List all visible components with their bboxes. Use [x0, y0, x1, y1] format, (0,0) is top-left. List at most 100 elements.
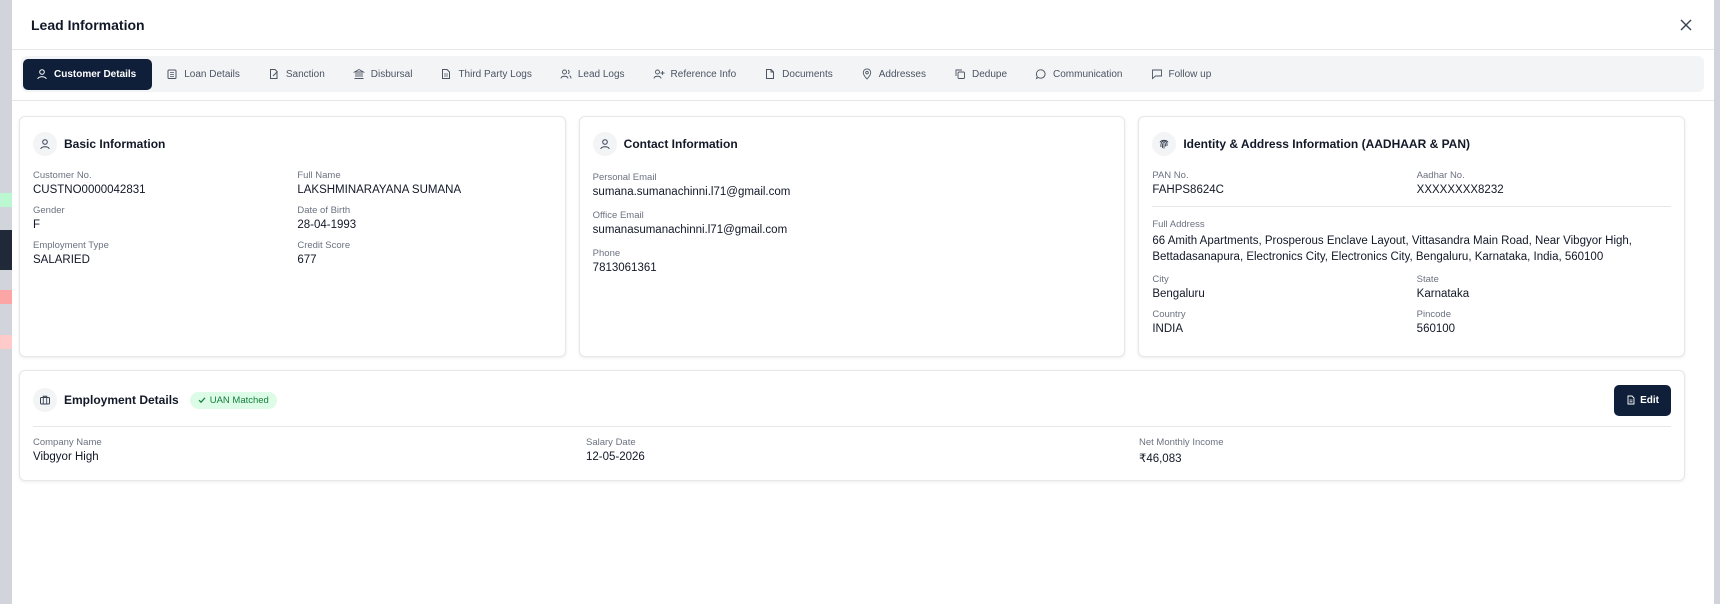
tab-label: Addresses: [878, 68, 926, 80]
user-icon: [36, 68, 48, 80]
card-header: Identity & Address Information (AADHAAR …: [1152, 131, 1671, 157]
dob-value: 28-04-1993: [297, 219, 357, 231]
user-icon: [592, 132, 617, 156]
field-label: Net Monthly Income: [1139, 437, 1224, 448]
salary-date-value: 12-05-2026: [586, 451, 645, 463]
tab-label: Documents: [782, 68, 833, 80]
pincode-field: Pincode 560100: [1417, 309, 1671, 335]
edit-button[interactable]: Edit: [1614, 384, 1671, 416]
tab-loan-details[interactable]: Loan Details: [152, 59, 254, 90]
bank-icon: [166, 68, 178, 80]
tab-label: Third Party Logs: [458, 68, 532, 80]
message-circle-icon: [1035, 68, 1047, 80]
info-cards-row: Basic Information Customer No. CUSTNO0000…: [19, 116, 1686, 357]
check-icon: [198, 397, 206, 404]
field-label: PAN No.: [1152, 170, 1189, 181]
tab-disbursal[interactable]: Disbursal: [339, 59, 427, 90]
dob-field: Date of Birth 28-04-1993: [297, 205, 551, 231]
tab-label: Lead Logs: [577, 68, 625, 80]
field-label: Salary Date: [586, 437, 636, 448]
employment-type-value: SALARIED: [33, 254, 90, 266]
city-value: Bengaluru: [1152, 288, 1205, 300]
card-header: Contact Information: [592, 131, 1112, 157]
aadhar-field: Aadhar No. XXXXXXXX8232: [1417, 170, 1671, 196]
field-label: Employment Type: [33, 240, 109, 251]
message-square-icon: [1151, 68, 1163, 80]
edit-label: Edit: [1640, 394, 1659, 406]
tab-label: Loan Details: [184, 68, 240, 80]
tab-communication[interactable]: Communication: [1021, 59, 1136, 90]
credit-score-value: 677: [297, 254, 317, 266]
salary-date-field: Salary Date 12-05-2026: [586, 437, 1139, 465]
card-title: Employment Details: [64, 393, 179, 407]
modal-title: Lead Information: [31, 16, 145, 33]
file-edit-icon: [1627, 395, 1635, 405]
field-label: State: [1416, 274, 1439, 285]
close-icon: [1680, 19, 1692, 30]
tab-lead-logs[interactable]: Lead Logs: [546, 59, 639, 90]
phone-field: Phone 7813061361: [593, 248, 1112, 274]
identity-address-card: Identity & Address Information (AADHAAR …: [1138, 116, 1686, 357]
field-label: Full Name: [297, 170, 341, 181]
tab-reference-info[interactable]: Reference Info: [639, 59, 751, 90]
fingerprint-icon: [1152, 132, 1177, 156]
copy-icon: [954, 68, 966, 80]
pan-value: FAHPS8624C: [1152, 184, 1224, 196]
field-label: Date of Birth: [297, 205, 351, 216]
tab-dedupe[interactable]: Dedupe: [940, 59, 1021, 90]
briefcase-icon: [33, 388, 57, 412]
users-icon: [560, 68, 572, 80]
employment-type-field: Employment Type SALARIED: [33, 240, 287, 266]
gender-field: Gender F: [33, 205, 287, 231]
basic-information-card: Basic Information Customer No. CUSTNO0000…: [19, 116, 566, 357]
field-label: Office Email: [592, 210, 644, 221]
tab-follow-up[interactable]: Follow up: [1137, 59, 1226, 90]
user-plus-icon: [653, 68, 665, 80]
personal-email-value: sumana.sumanachinni.l71@gmail.com: [592, 186, 791, 198]
tab-label: Communication: [1053, 68, 1123, 80]
map-pin-icon: [861, 68, 873, 80]
uan-matched-badge: UAN Matched: [189, 391, 277, 409]
tab-customer-details[interactable]: Customer Details: [23, 58, 153, 90]
card-title: Contact Information: [623, 137, 738, 151]
close-button[interactable]: [1676, 15, 1696, 35]
net-monthly-income-value: ₹46,083: [1139, 453, 1182, 465]
card-header: Employment Details UAN Matched Edit: [33, 384, 1671, 416]
landmark-icon: [352, 68, 365, 80]
field-label: Company Name: [33, 437, 102, 448]
tab-label: Disbursal: [370, 68, 413, 80]
tab-documents[interactable]: Documents: [750, 59, 847, 90]
page-backdrop: [0, 0, 12, 604]
tab-sanction[interactable]: Sanction: [254, 59, 339, 90]
gender-value: F: [33, 219, 41, 231]
field-label: Pincode: [1416, 309, 1452, 320]
contact-information-card: Contact Information Personal Email sumana…: [578, 116, 1126, 357]
credit-score-field: Credit Score 677: [297, 240, 551, 266]
pincode-value: 560100: [1416, 323, 1456, 335]
tab-addresses[interactable]: Addresses: [847, 59, 940, 90]
country-field: Country INDIA: [1152, 309, 1406, 335]
office-email-value: sumanasumanachinni.l71@gmail.com: [592, 224, 788, 236]
country-value: INDIA: [1152, 323, 1184, 335]
aadhar-value: XXXXXXXX8232: [1416, 184, 1504, 196]
file-text-icon: [440, 68, 452, 80]
field-label: Gender: [33, 205, 65, 216]
tab-third-party-logs[interactable]: Third Party Logs: [426, 59, 545, 90]
pan-field: PAN No. FAHPS8624C: [1152, 170, 1406, 196]
personal-email-field: Personal Email sumana.sumanachinni.l71@gm…: [593, 172, 1112, 198]
customer-no-value: CUSTNO0000042831: [33, 184, 146, 196]
company-name-value: Vibgyor High: [33, 451, 99, 463]
scrollbar[interactable]: [1714, 0, 1720, 604]
backdrop-block: [0, 230, 12, 270]
employment-details-card: Employment Details UAN Matched Edit Comp…: [19, 370, 1685, 481]
backdrop-block: [0, 193, 12, 207]
full-name-value: LAKSHMINARAYANA SUMANA: [297, 184, 462, 196]
phone-value: 7813061361: [592, 262, 657, 274]
tab-label: Dedupe: [971, 68, 1008, 80]
field-label: Aadhar No.: [1416, 170, 1465, 181]
state-value: Karnataka: [1416, 288, 1470, 300]
field-label: Customer No.: [33, 170, 92, 181]
card-header: Basic Information: [33, 131, 552, 157]
user-icon: [33, 132, 57, 156]
tab-label: Follow up: [1168, 68, 1212, 80]
